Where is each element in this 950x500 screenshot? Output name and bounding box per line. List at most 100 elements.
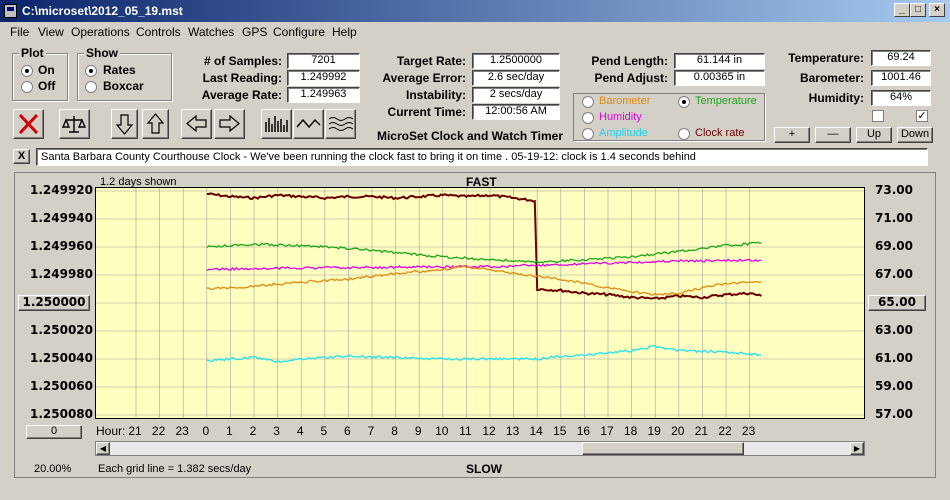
instability-label: Instability:	[405, 88, 466, 102]
right-axis-tick: 61.00	[875, 351, 913, 365]
stop-button[interactable]	[13, 109, 44, 139]
balance-button[interactable]	[59, 109, 90, 139]
plot-group: Plot	[12, 46, 68, 101]
slow-label: SLOW	[466, 462, 502, 476]
x-axis-tick: 0	[202, 424, 210, 438]
chart-svg	[96, 188, 864, 418]
plot-off-radio[interactable]	[21, 81, 33, 93]
x-axis-tick: 17	[600, 424, 614, 438]
line-view-button[interactable]	[293, 109, 324, 139]
maximize-button[interactable]: □	[910, 3, 926, 17]
right-axis-tick: 69.00	[875, 239, 913, 253]
right-axis-tick: 71.00	[875, 211, 913, 225]
red-x-icon	[18, 113, 39, 135]
target-rate-field[interactable]: 1.2500000	[472, 53, 560, 69]
show-group-title: Show	[84, 46, 120, 60]
minimize-button[interactable]: _	[894, 3, 910, 17]
x-axis-tick: 4	[296, 424, 304, 438]
up-button[interactable]: Up	[856, 127, 892, 143]
plus-button[interactable]: +	[774, 127, 810, 143]
humidity-field: 64%	[871, 90, 931, 106]
close-button[interactable]: ×	[929, 3, 945, 17]
show-boxcar-radio[interactable]	[85, 81, 97, 93]
option-checkbox-1[interactable]	[872, 110, 884, 122]
x-axis-tick: 22	[718, 424, 732, 438]
series-line-barometer	[206, 265, 762, 296]
x-axis-tick: 21	[694, 424, 709, 438]
humidity-radio[interactable]	[582, 112, 594, 124]
last-reading-label: Last Reading:	[202, 71, 282, 85]
show-boxcar-label: Boxcar	[103, 79, 144, 93]
left-axis-tick: 1.249940	[30, 211, 94, 225]
clock-rate-radio[interactable]	[678, 128, 690, 140]
scroll-right-button[interactable]	[214, 109, 245, 139]
left-axis-tick: 1.250060	[30, 379, 94, 393]
x-axis-tick: 3	[273, 424, 280, 438]
pend-adjust-field[interactable]: 0.00365 in	[674, 70, 765, 86]
scale-icon	[61, 116, 87, 133]
menu-view[interactable]: View	[38, 25, 64, 39]
arrow-up-icon	[146, 113, 165, 134]
barometer-radio[interactable]	[582, 96, 594, 108]
target-rate-label: Target Rate:	[396, 54, 466, 68]
arrow-left-icon	[186, 114, 207, 133]
scroll-up-button[interactable]	[142, 109, 169, 139]
scroll-thumb[interactable]	[582, 442, 744, 455]
x-axis-tick: 9	[414, 424, 422, 438]
menu-configure[interactable]: Configure	[273, 25, 325, 39]
note-field[interactable]: Santa Barbara County Courthouse Clock - …	[36, 148, 928, 166]
scroll-left-arrow-icon[interactable]: ◀	[96, 442, 110, 455]
x-axis-tick: 19	[647, 424, 661, 438]
menu-controls[interactable]: Controls	[136, 25, 181, 39]
option-checkbox-2[interactable]: ✓	[916, 110, 928, 122]
down-button[interactable]: Down	[897, 127, 933, 143]
scroll-down-button[interactable]	[111, 109, 138, 139]
arrow-down-icon	[115, 114, 134, 135]
note-close-button[interactable]: X	[13, 149, 30, 164]
last-reading-field: 1.249992	[287, 70, 360, 86]
offset-button[interactable]: 0	[26, 425, 82, 439]
time-scrollbar[interactable]: ◀ ▶	[95, 441, 865, 456]
show-rates-radio[interactable]	[85, 65, 97, 77]
right-axis-tick: 59.00	[875, 379, 913, 393]
x-axis-tick: 23	[175, 424, 189, 438]
menu-operations[interactable]: Operations	[71, 25, 130, 39]
x-axis-label: Hour:	[96, 424, 126, 438]
x-axis-tick: 14	[529, 424, 543, 438]
menu-watches[interactable]: Watches	[188, 25, 234, 39]
x-axis-tick: 1	[226, 424, 233, 438]
plot-area	[95, 187, 865, 419]
scroll-right-arrow-icon[interactable]: ▶	[850, 442, 864, 455]
pend-adjust-label: Pend Adjust:	[594, 71, 668, 85]
minus-button[interactable]: —	[815, 127, 851, 143]
left-axis-reference-button[interactable]: 1.250000	[18, 295, 90, 311]
left-axis-tick: 1.249920	[30, 183, 94, 197]
x-axis-tick: 8	[391, 424, 398, 438]
plot-on-radio[interactable]	[21, 65, 33, 77]
menu-help[interactable]: Help	[332, 25, 357, 39]
menu-gps[interactable]: GPS	[242, 25, 267, 39]
x-axis-tick: 11	[459, 424, 472, 438]
right-axis-tick: 73.00	[875, 183, 913, 197]
menu-file[interactable]: File	[10, 25, 29, 39]
left-axis-tick: 1.249960	[30, 239, 94, 253]
pend-length-field[interactable]: 61.144 in	[674, 53, 765, 69]
plot-group-title: Plot	[19, 46, 46, 60]
x-axis-tick: 16	[576, 424, 591, 438]
right-axis-reference-button[interactable]: 65.00	[868, 295, 926, 311]
left-axis-tick: 1.250040	[30, 351, 94, 365]
plot-off-label: Off	[38, 79, 56, 93]
series-line-temperature	[206, 241, 762, 264]
bars-icon	[265, 116, 288, 132]
x-axis-tick: 23	[741, 424, 756, 438]
temperature-radio[interactable]	[678, 96, 690, 108]
temperature-label: Temperature:	[788, 51, 864, 65]
grid-note-label: Each grid line = 1.382 secs/day	[98, 463, 252, 475]
smooth-view-button[interactable]	[325, 109, 356, 139]
x-axis-tick: 21	[128, 424, 142, 438]
zoom-label: 20.00%	[34, 463, 72, 475]
scroll-left-button[interactable]	[181, 109, 212, 139]
bar-view-button[interactable]	[261, 109, 292, 139]
amplitude-radio[interactable]	[582, 128, 594, 140]
right-axis-tick: 67.00	[875, 267, 913, 281]
